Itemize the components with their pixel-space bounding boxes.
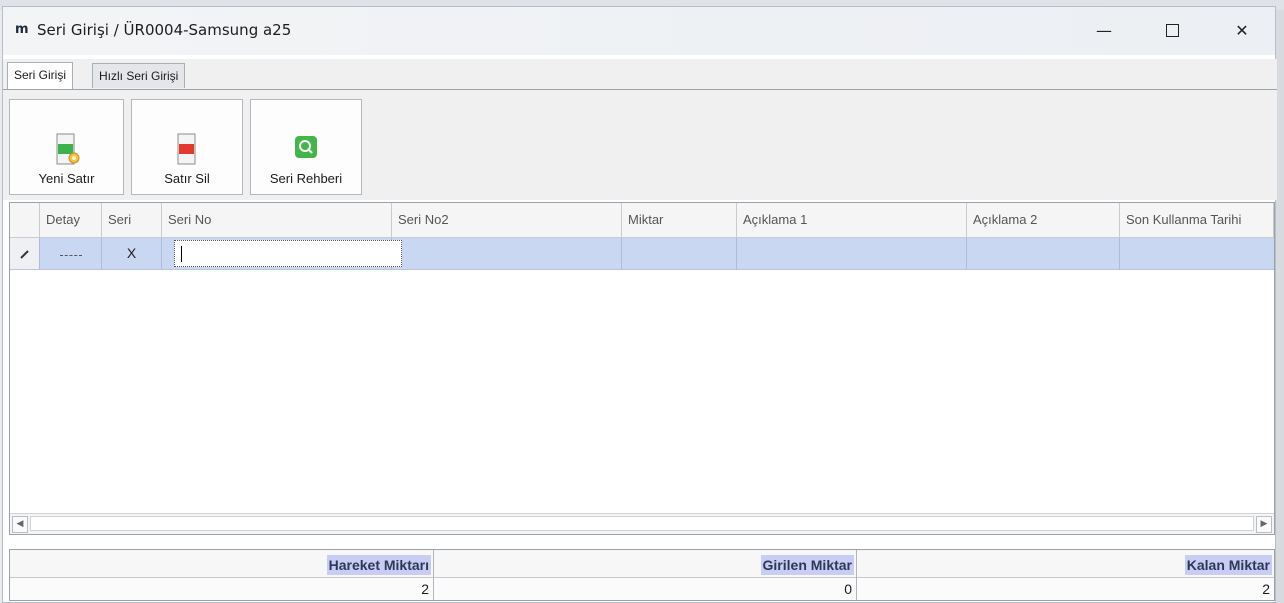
new-row-label: Yeni Satır xyxy=(38,171,95,186)
tab-hizli-seri-girisi[interactable]: Hızlı Seri Girişi xyxy=(92,63,186,88)
minimize-icon: — xyxy=(1096,20,1112,40)
minimize-button[interactable]: — xyxy=(1075,7,1133,53)
maximize-icon xyxy=(1165,23,1179,37)
kalan-miktar-value: 2 xyxy=(857,577,1274,600)
girilen-miktar-panel: Girilen Miktar 0 xyxy=(434,550,857,600)
search-icon xyxy=(295,136,317,158)
quantity-summary: Hareket Miktarı 2 Girilen Miktar 0 Kalan… xyxy=(9,549,1275,601)
miktar-cell[interactable] xyxy=(622,238,737,269)
hareket-miktari-panel: Hareket Miktarı 2 xyxy=(10,550,434,600)
detay-cell[interactable] xyxy=(40,238,102,269)
table-row[interactable]: X xyxy=(10,238,1274,270)
serial-lookup-button[interactable]: Seri Rehberi xyxy=(250,99,362,195)
horizontal-scrollbar[interactable]: ◀ ▶ xyxy=(10,513,1274,534)
row-edit-indicator xyxy=(10,238,40,269)
row-indicator-header xyxy=(10,203,40,237)
column-header-seri[interactable]: Seri xyxy=(102,203,162,237)
tab-seri-girisi[interactable]: Seri Girişi xyxy=(7,62,74,89)
close-button[interactable]: ✕ xyxy=(1213,7,1271,53)
background-window-edge xyxy=(1276,10,1284,603)
serial-entry-dialog: m Seri Girişi / ÜR0004-Samsung a25 — ✕ S… xyxy=(2,6,1277,603)
grid-header: Detay Seri Seri No Seri No2 Miktar Açıkl… xyxy=(10,203,1274,238)
column-header-seri-no[interactable]: Seri No xyxy=(162,203,392,237)
serial-lookup-label: Seri Rehberi xyxy=(269,171,343,186)
hareket-miktari-value: 2 xyxy=(10,577,433,600)
aciklama-2-cell[interactable] xyxy=(967,238,1120,269)
column-header-seri-no2[interactable]: Seri No2 xyxy=(392,203,622,237)
scroll-right-icon[interactable]: ▶ xyxy=(1256,516,1272,533)
delete-row-icon xyxy=(177,133,196,165)
detay-link[interactable] xyxy=(59,255,82,257)
son-kullanma-cell[interactable] xyxy=(1120,238,1274,269)
girilen-miktar-label: Girilen Miktar xyxy=(760,555,854,575)
column-header-son-kullanma-tarihi[interactable]: Son Kullanma Tarihi xyxy=(1120,203,1274,237)
column-header-detay[interactable]: Detay xyxy=(40,203,102,237)
aciklama-1-cell[interactable] xyxy=(737,238,967,269)
scroll-left-icon[interactable]: ◀ xyxy=(12,516,28,533)
text-caret xyxy=(181,246,182,262)
column-header-aciklama-2[interactable]: Açıklama 2 xyxy=(967,203,1120,237)
column-header-aciklama-1[interactable]: Açıklama 1 xyxy=(737,203,967,237)
delete-row-button[interactable]: Satır Sil xyxy=(131,99,243,195)
app-logo-icon: m xyxy=(15,22,29,37)
kalan-miktar-panel: Kalan Miktar 2 xyxy=(857,550,1274,600)
toolbar: Yeni Satır Satır Sil Seri Rehberi xyxy=(3,90,1277,200)
kalan-miktar-label: Kalan Miktar xyxy=(1184,555,1272,575)
new-row-button[interactable]: Yeni Satır xyxy=(9,99,124,195)
seri-no2-cell[interactable] xyxy=(392,238,622,269)
new-row-icon xyxy=(56,133,79,165)
girilen-miktar-value: 0 xyxy=(434,577,856,600)
title-bar[interactable]: m Seri Girişi / ÜR0004-Samsung a25 — ✕ xyxy=(3,7,1275,55)
pencil-icon xyxy=(19,250,29,259)
seri-no-input[interactable] xyxy=(174,240,402,267)
hareket-miktari-label: Hareket Miktarı xyxy=(326,555,431,575)
window-title: Seri Girişi / ÜR0004-Samsung a25 xyxy=(37,21,292,39)
scrollbar-track[interactable] xyxy=(30,516,1254,531)
column-header-miktar[interactable]: Miktar xyxy=(622,203,737,237)
delete-row-label: Satır Sil xyxy=(164,171,210,186)
serial-grid: Detay Seri Seri No Seri No2 Miktar Açıkl… xyxy=(9,202,1275,535)
maximize-button[interactable] xyxy=(1143,7,1201,53)
seri-cell[interactable]: X xyxy=(102,238,162,269)
tab-strip: Seri Girişi Hızlı Seri Girişi xyxy=(3,59,1277,90)
close-icon: ✕ xyxy=(1235,20,1249,40)
